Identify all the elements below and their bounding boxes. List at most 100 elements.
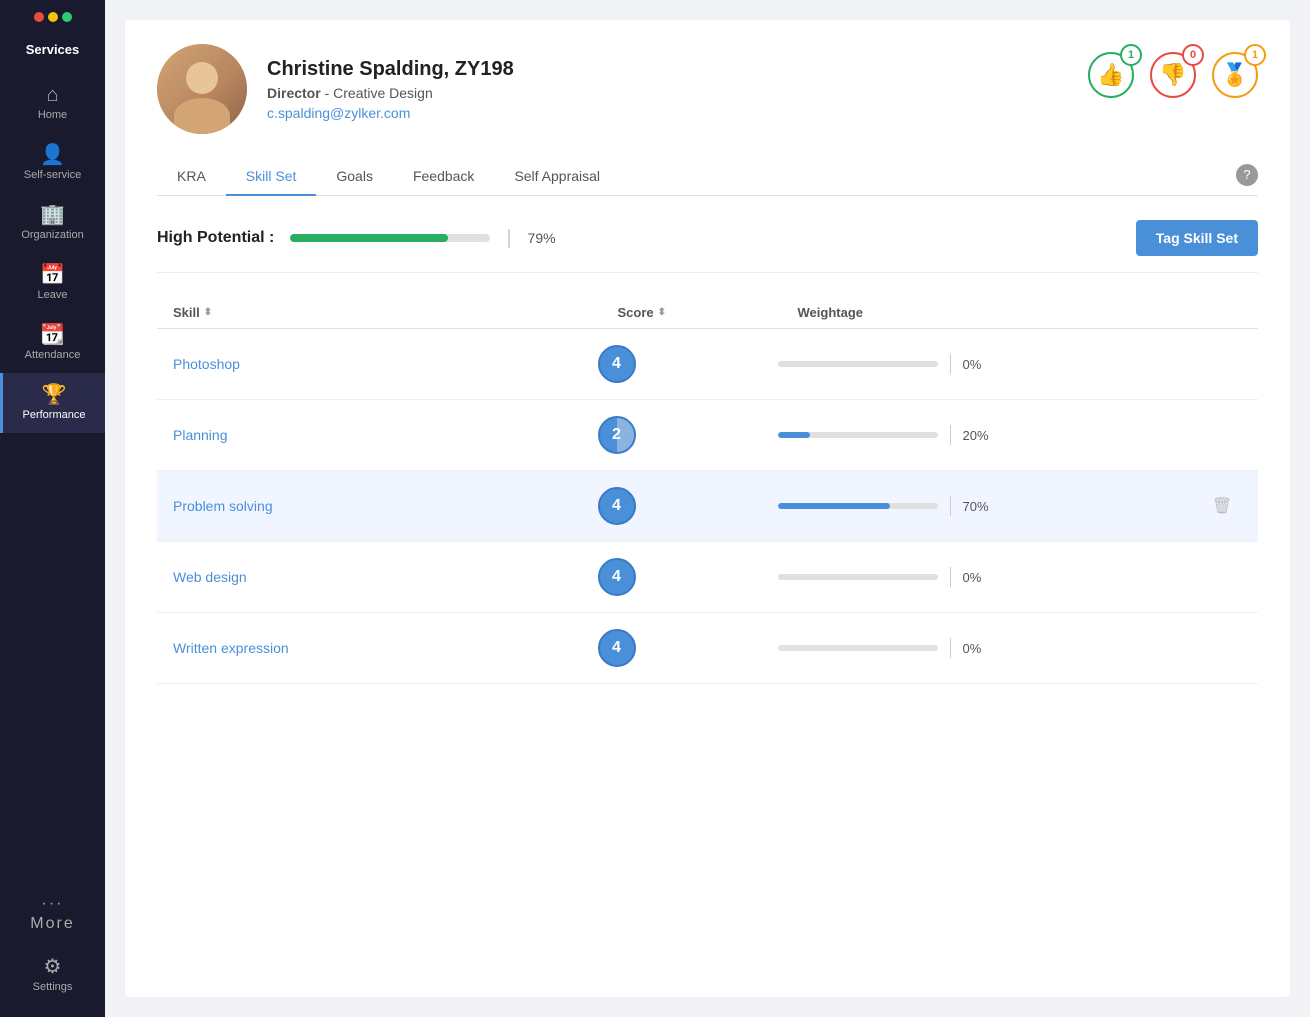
weight-bar-web-design: [778, 574, 938, 580]
rating-badges: 1 👍 0 👎 1 🏅: [1088, 52, 1258, 98]
award-count: 1: [1244, 44, 1266, 66]
sidebar-label-self-service: Self-service: [24, 169, 81, 181]
sidebar-item-performance[interactable]: 🏆 Performance: [0, 373, 105, 433]
weight-bar-problem-solving: [778, 503, 938, 509]
sidebar-item-leave[interactable]: 📅 Leave: [0, 253, 105, 313]
weightage-web-design: 0%: [778, 567, 1203, 587]
organization-icon: 🏢: [40, 205, 65, 225]
skill-table: Skill ⬍ Score ⬍ Weightage Photoshop 4: [157, 297, 1258, 684]
table-row: Written expression 4 0%: [157, 613, 1258, 684]
high-potential-bar-fill: [290, 234, 448, 242]
weight-percent-problem-solving: 70%: [963, 499, 999, 514]
tab-self-appraisal[interactable]: Self Appraisal: [494, 158, 620, 196]
score-badge-photoshop: 4: [598, 345, 636, 383]
profile-name: Christine Spalding, ZY198: [267, 58, 514, 81]
award-badge[interactable]: 1 🏅: [1212, 52, 1258, 98]
weight-percent-planning: 20%: [963, 428, 999, 443]
sidebar-item-attendance[interactable]: 📆 Attendance: [0, 313, 105, 373]
weight-divider: [950, 496, 951, 516]
sidebar-label-settings: Settings: [33, 981, 73, 993]
skill-name-written-expression[interactable]: Written expression: [173, 640, 598, 656]
table-row: Photoshop 4 0%: [157, 329, 1258, 400]
tab-goals[interactable]: Goals: [316, 158, 393, 196]
thumbs-down-count: 0: [1182, 44, 1204, 66]
tab-skill-set[interactable]: Skill Set: [226, 158, 317, 196]
services-label[interactable]: Services: [26, 34, 80, 73]
settings-icon: ⚙: [44, 957, 62, 977]
skill-name-problem-solving[interactable]: Problem solving: [173, 498, 598, 514]
app-logo: [34, 12, 72, 22]
sidebar-item-organization[interactable]: 🏢 Organization: [0, 193, 105, 253]
col-score-label: Score: [618, 305, 654, 320]
skill-name-photoshop[interactable]: Photoshop: [173, 356, 598, 372]
dot-green: [62, 12, 72, 22]
weight-divider: [950, 638, 951, 658]
col-skill-label: Skill: [173, 305, 200, 320]
main-content: Christine Spalding, ZY198 Director - Cre…: [105, 0, 1310, 1017]
profile-email[interactable]: c.spalding@zylker.com: [267, 105, 514, 121]
sidebar-label-performance: Performance: [23, 409, 86, 421]
weight-divider: [950, 567, 951, 587]
profile-info: Christine Spalding, ZY198 Director - Cre…: [267, 58, 514, 121]
skill-name-planning[interactable]: Planning: [173, 427, 598, 443]
high-potential-bar-track: [290, 234, 490, 242]
col-header-skill: Skill ⬍: [173, 305, 618, 320]
weight-fill-planning: [778, 432, 810, 438]
col-header-weightage: Weightage: [798, 305, 1243, 320]
dot-red: [34, 12, 44, 22]
score-badge-written-expression: 4: [598, 629, 636, 667]
sidebar-label-home: Home: [38, 109, 67, 121]
sort-skill-icon[interactable]: ⬍: [204, 307, 212, 318]
avatar-image: [157, 44, 247, 134]
thumbs-up-count: 1: [1120, 44, 1142, 66]
profile-role: Director: [267, 85, 321, 101]
sidebar-item-more[interactable]: ··· More: [30, 883, 74, 945]
weight-bar-planning: [778, 432, 938, 438]
delete-problem-solving[interactable]: 🗑: [1202, 496, 1242, 516]
thumbs-up-badge[interactable]: 1 👍: [1088, 52, 1134, 98]
table-row: Web design 4 0%: [157, 542, 1258, 613]
tab-kra[interactable]: KRA: [157, 158, 226, 196]
weight-fill-problem-solving: [778, 503, 890, 509]
tabs-left: KRA Skill Set Goals Feedback Self Apprai…: [157, 158, 620, 195]
skill-name-web-design[interactable]: Web design: [173, 569, 598, 585]
col-weightage-label: Weightage: [798, 305, 864, 320]
table-row: Planning 2 20%: [157, 400, 1258, 471]
thumbs-down-badge[interactable]: 0 👎: [1150, 52, 1196, 98]
sidebar: Services ⌂ Home 👤 Self-service 🏢 Organiz…: [0, 0, 105, 1017]
profile-dept-separator: -: [325, 85, 334, 101]
high-potential-label: High Potential :: [157, 229, 274, 247]
weightage-written-expression: 0%: [778, 638, 1203, 658]
weight-divider: [950, 354, 951, 374]
sidebar-label-more: More: [30, 915, 74, 933]
weightage-planning: 20%: [778, 425, 1203, 445]
help-button[interactable]: ?: [1236, 164, 1258, 186]
profile-title: Director - Creative Design: [267, 85, 514, 101]
tab-feedback[interactable]: Feedback: [393, 158, 494, 196]
sidebar-item-settings[interactable]: ⚙ Settings: [0, 945, 105, 1005]
high-potential-percent: 79%: [528, 230, 556, 246]
sidebar-item-self-service[interactable]: 👤 Self-service: [0, 133, 105, 193]
sidebar-item-home[interactable]: ⌂ Home: [0, 73, 105, 133]
table-row: Problem solving 4 70% 🗑: [157, 471, 1258, 542]
col-header-score: Score ⬍: [618, 305, 798, 320]
profile-left: Christine Spalding, ZY198 Director - Cre…: [157, 44, 514, 134]
sort-score-icon[interactable]: ⬍: [658, 307, 666, 318]
high-potential-section: High Potential : | 79% Tag Skill Set: [157, 220, 1258, 273]
sidebar-label-attendance: Attendance: [25, 349, 81, 361]
hp-divider: |: [506, 227, 511, 250]
score-badge-web-design: 4: [598, 558, 636, 596]
attendance-icon: 📆: [40, 325, 65, 345]
weight-percent-written-expression: 0%: [963, 641, 999, 656]
tabs: KRA Skill Set Goals Feedback Self Apprai…: [157, 158, 1258, 196]
tag-skill-set-button[interactable]: Tag Skill Set: [1136, 220, 1258, 256]
profile-header: Christine Spalding, ZY198 Director - Cre…: [157, 44, 1258, 134]
dot-yellow: [48, 12, 58, 22]
sidebar-label-organization: Organization: [21, 229, 83, 241]
profile-department: Creative Design: [333, 85, 433, 101]
performance-icon: 🏆: [42, 385, 67, 405]
weight-bar-written-expression: [778, 645, 938, 651]
more-dots-icon: ···: [42, 895, 64, 913]
avatar: [157, 44, 247, 134]
score-badge-problem-solving: 4: [598, 487, 636, 525]
